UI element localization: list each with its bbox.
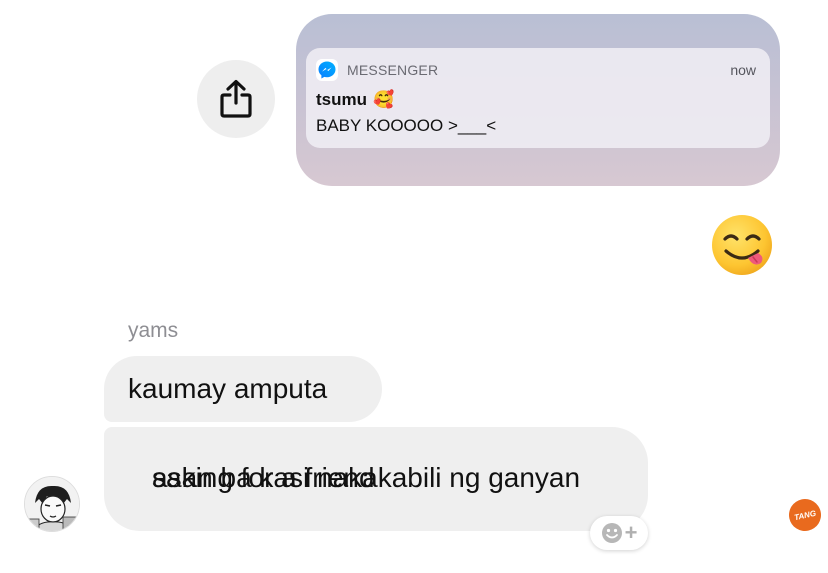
- message-text: kaumay amputa: [128, 373, 328, 404]
- message-line: asking for a friend: [152, 462, 375, 493]
- add-reaction-icon: [601, 523, 622, 543]
- notification-app-name: MESSENGER: [347, 62, 439, 78]
- notification-sender: tsumu: [316, 90, 367, 109]
- watermark-logo: TANG: [786, 496, 824, 534]
- share-button[interactable]: [197, 60, 275, 138]
- share-icon: [220, 79, 252, 118]
- sender-name: yams: [128, 319, 179, 342]
- notification-title: tsumu 🥰: [316, 90, 394, 110]
- messenger-icon: [316, 59, 338, 81]
- face-savoring-food-emoji[interactable]: [710, 213, 774, 277]
- message-bubble[interactable]: kaumay amputa: [104, 356, 382, 422]
- notification-body: BABY KOOOOO >___<: [316, 116, 497, 135]
- avatar[interactable]: [24, 476, 80, 532]
- add-reaction-plus: +: [624, 520, 638, 545]
- add-reaction-button[interactable]: +: [590, 516, 648, 550]
- notification-card: MESSENGER now tsumu 🥰 BABY KOOOOO >___<: [306, 48, 770, 148]
- shared-image-message[interactable]: MESSENGER now tsumu 🥰 BABY KOOOOO >___<: [296, 14, 780, 186]
- smiling-face-with-hearts-emoji: 🥰: [373, 90, 395, 109]
- notification-time: now: [730, 62, 756, 78]
- message-bubble[interactable]: saan ba kasi nakakabili ng ganyan asking …: [104, 427, 648, 531]
- watermark-text: TANG: [793, 508, 817, 522]
